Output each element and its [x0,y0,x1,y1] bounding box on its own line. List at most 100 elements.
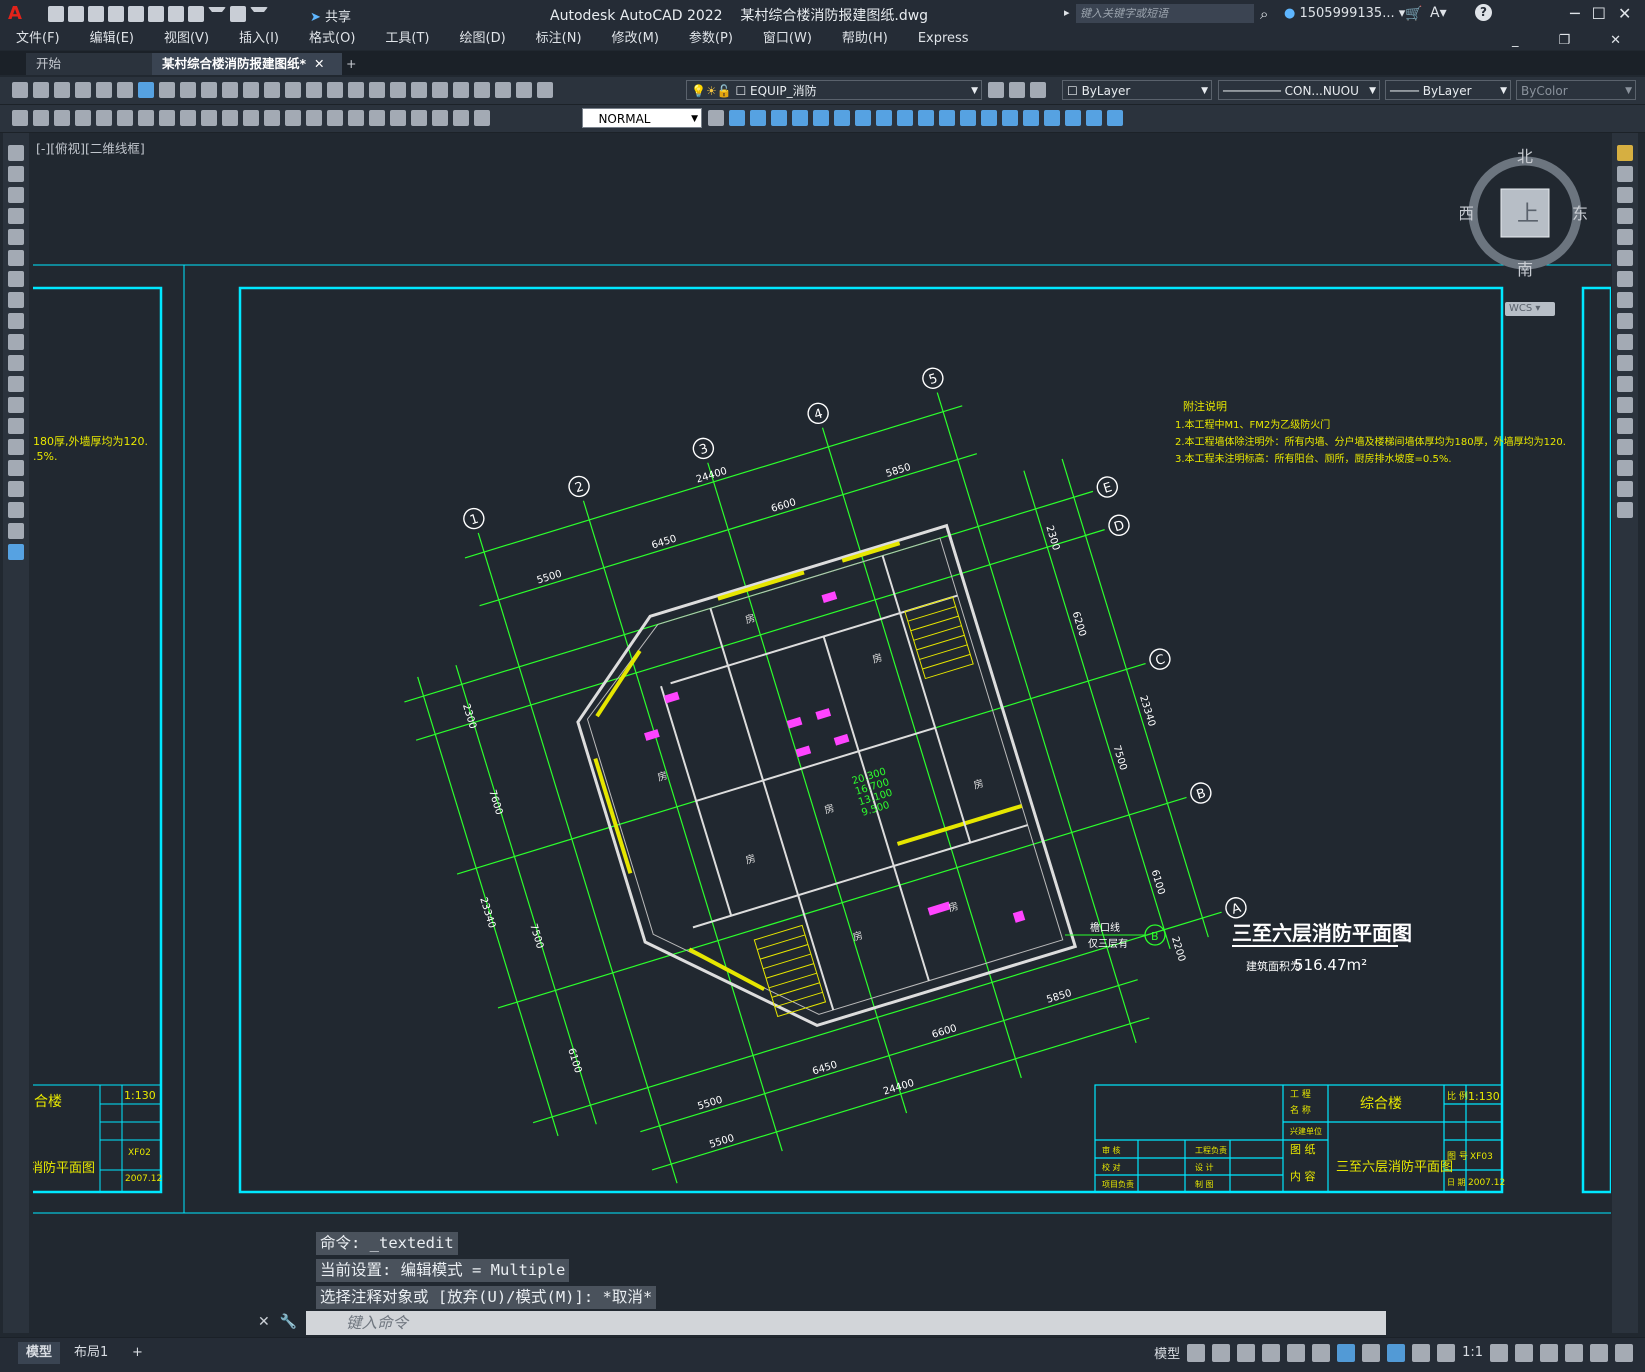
units-icon[interactable] [1540,1343,1558,1362]
paste-icon[interactable] [201,82,217,98]
layer-state-icon[interactable] [1030,82,1046,98]
user-account[interactable]: ● 1505999135... ▾ [1284,6,1405,21]
properties-icon[interactable] [390,82,406,98]
autocad-logo-icon[interactable]: A [8,3,24,24]
erase-icon[interactable] [1617,145,1633,161]
modify-tool-17-icon[interactable] [1065,110,1081,126]
insert-block-icon[interactable] [8,376,24,392]
search-input[interactable]: 键入关键字或短语 [1076,4,1254,23]
dim-arc-icon[interactable] [117,110,133,126]
modify-tool-3-icon[interactable] [771,110,787,126]
annotation-scale-value[interactable]: 1:1 [1462,1345,1483,1360]
tab-start[interactable]: 开始 [26,53,166,75]
arc-icon[interactable] [8,250,24,266]
print-icon[interactable] [168,6,184,22]
modify-tool-19-icon[interactable] [1107,110,1123,126]
model-space-toggle[interactable]: 模型 [1154,1343,1180,1362]
color-dropdown[interactable]: ☐ ByLayer ▼ [1062,80,1212,100]
share-button[interactable]: ➤ 共享 [310,6,351,25]
menu-insert[interactable]: 插入(I) [223,28,293,50]
spline-icon[interactable] [8,313,24,329]
offset-icon[interactable] [1617,208,1633,224]
hatch-icon[interactable] [8,439,24,455]
customize-command-icon[interactable]: 🔧 [280,1314,297,1330]
cut-icon[interactable] [159,82,175,98]
dim-space-icon[interactable] [306,110,322,126]
rotate-icon[interactable] [1617,271,1633,287]
menu-format[interactable]: 格式(O) [293,28,369,50]
modify-tool-13-icon[interactable] [981,110,997,126]
zoom-window-icon[interactable] [348,82,364,98]
grid-icon[interactable] [1187,1343,1206,1362]
chamfer-icon[interactable] [1617,439,1633,455]
help-tb-icon[interactable] [516,82,532,98]
point-icon[interactable] [8,418,24,434]
ellipse-arc-icon[interactable] [8,355,24,371]
modify-tool-4-icon[interactable] [792,110,808,126]
qnew-icon[interactable] [12,82,28,98]
maximize-icon[interactable]: ☐ [1592,4,1606,23]
rectangle-icon[interactable] [8,229,24,245]
publish-icon[interactable] [148,6,164,22]
dim-angular-icon[interactable] [222,110,238,126]
new-file-icon[interactable] [48,6,64,22]
dim-aligned-icon[interactable] [96,110,112,126]
break-at-point-icon[interactable] [1617,376,1633,392]
undo-icon[interactable] [188,6,204,22]
menu-dimension[interactable]: 标注(N) [520,28,596,50]
annotation-scale-icon[interactable] [1437,1343,1456,1362]
stretch-icon[interactable] [1617,313,1633,329]
isodraft-icon[interactable] [1287,1343,1306,1362]
zoom-realtime-icon[interactable] [327,82,343,98]
add-layout-button[interactable]: + [124,1342,151,1364]
open-file-icon[interactable] [68,6,84,22]
dim-edit-icon[interactable] [432,110,448,126]
modify-tool-1-icon[interactable] [729,110,745,126]
close-icon[interactable]: ✕ [1618,4,1631,23]
sheetset-icon[interactable] [453,82,469,98]
undo-dropdown-icon[interactable] [208,6,226,22]
menu-draw[interactable]: 绘图(D) [444,28,520,50]
region-icon[interactable] [8,481,24,497]
revcloud-icon[interactable] [8,292,24,308]
jogged-linear-icon[interactable] [411,110,427,126]
minimize-icon[interactable]: ─ [1570,4,1580,23]
dim-tool-3-icon[interactable] [54,110,70,126]
array-icon[interactable] [1617,229,1633,245]
plot-icon[interactable] [75,82,91,98]
customize-status-icon[interactable] [1615,1343,1633,1362]
dim-diameter-icon[interactable] [201,110,217,126]
menu-window[interactable]: 窗口(W) [747,28,826,50]
join-icon[interactable] [1617,418,1633,434]
mtext-icon[interactable] [8,523,24,539]
matchprop-icon[interactable] [222,82,238,98]
clean-screen-icon[interactable] [1590,1343,1608,1362]
object-snap-tracking-icon[interactable] [1312,1343,1331,1362]
menu-file[interactable]: 文件(F) [0,28,74,50]
annotation-visibility-icon[interactable] [1387,1343,1406,1362]
3dprint-icon[interactable] [138,82,154,98]
dim-style-icon[interactable] [708,110,724,126]
undo-tb-icon[interactable] [264,82,280,98]
modify-tool-6-icon[interactable] [834,110,850,126]
dim-radius-icon[interactable] [159,110,175,126]
lineweight-icon[interactable] [1362,1343,1381,1362]
search-expand-icon[interactable]: ▸ [1064,6,1070,19]
modify-tool-15-icon[interactable] [1023,110,1039,126]
polyline-icon[interactable] [8,187,24,203]
designcenter-icon[interactable] [411,82,427,98]
inspection-icon[interactable] [390,110,406,126]
workspace-gear-icon[interactable] [1490,1343,1508,1362]
menu-help[interactable]: 帮助(H) [826,28,902,50]
block-editor-icon[interactable] [243,82,259,98]
ortho-icon[interactable] [1237,1343,1256,1362]
ellipse-icon[interactable] [8,334,24,350]
open-icon[interactable] [33,82,49,98]
dim-break-icon[interactable] [327,110,343,126]
viewport-controls-label[interactable]: [-][俯视][二维线框] [36,138,145,157]
modify-tool-18-icon[interactable] [1086,110,1102,126]
dim-tool-1-icon[interactable] [12,110,28,126]
circle-icon[interactable] [8,271,24,287]
save-tb-icon[interactable] [54,82,70,98]
new-tab-button[interactable]: + [336,53,366,75]
